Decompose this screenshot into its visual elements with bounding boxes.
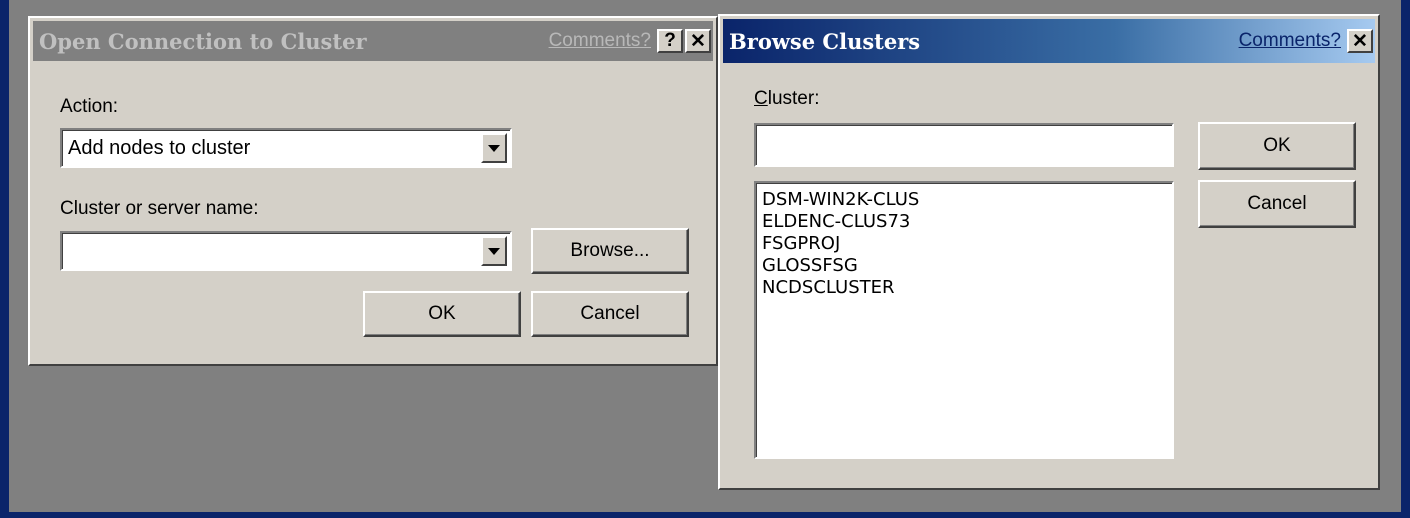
comments-link[interactable]: Comments? [549,30,651,52]
dialog-title: Browse Clusters [729,28,921,54]
cluster-name-combobox[interactable] [60,231,512,271]
help-button[interactable]: ? [657,29,683,53]
action-value: Add nodes to cluster [68,137,251,159]
cluster-name-label: Cluster or server name: [60,198,259,219]
chevron-down-icon[interactable] [481,133,507,163]
chevron-down-icon[interactable] [481,236,507,266]
list-item[interactable]: GLOSSFSG [762,255,919,277]
cluster-label: Cluster: [754,88,819,110]
cancel-button[interactable]: Cancel [1198,180,1356,228]
list-item[interactable]: NCDSCLUSTER [762,277,919,299]
cluster-label-text: luster: [767,88,820,109]
dialog-title: Open Connection to Cluster [39,28,367,54]
list-item[interactable]: FSGPROJ [762,233,919,255]
close-button[interactable]: ✕ [685,29,711,53]
open-connection-dialog: Open Connection to Cluster Comments? ? ✕… [28,16,718,366]
cluster-input[interactable] [754,123,1174,167]
action-combobox[interactable]: Add nodes to cluster [60,128,512,168]
cluster-list: DSM-WIN2K-CLUS ELDENC-CLUS73 FSGPROJ GLO… [762,189,919,299]
comments-link[interactable]: Comments? [1239,30,1341,52]
list-item[interactable]: ELDENC-CLUS73 [762,211,919,233]
cancel-button[interactable]: Cancel [531,291,689,337]
browse-clusters-titlebar[interactable]: Browse Clusters Comments? ✕ [723,19,1375,63]
ok-button[interactable]: OK [1198,122,1356,170]
cluster-listbox[interactable]: DSM-WIN2K-CLUS ELDENC-CLUS73 FSGPROJ GLO… [754,181,1174,459]
open-connection-titlebar[interactable]: Open Connection to Cluster Comments? ? ✕ [33,21,713,61]
ok-button[interactable]: OK [363,291,521,337]
action-label: Action: [60,96,119,117]
cluster-label-accelerator: C [754,88,768,109]
list-item[interactable]: DSM-WIN2K-CLUS [762,189,919,211]
close-button[interactable]: ✕ [1347,29,1373,53]
browse-button[interactable]: Browse... [531,228,689,274]
browse-clusters-dialog: Browse Clusters Comments? ✕ Cluster: DSM… [718,14,1380,490]
